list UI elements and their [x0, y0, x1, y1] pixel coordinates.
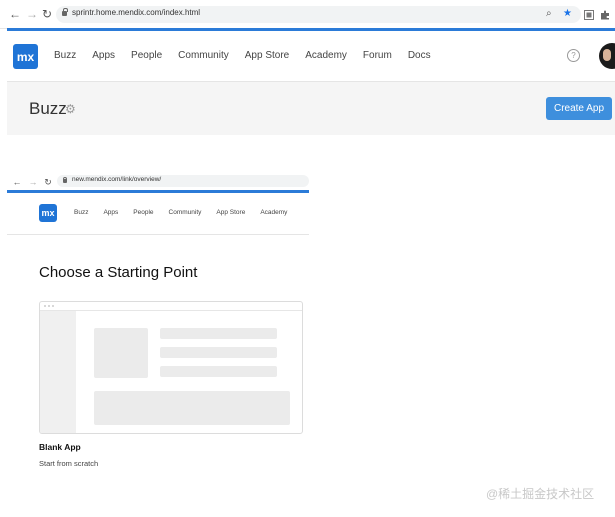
card-title: Blank App — [39, 442, 81, 452]
main-nav: Buzz Apps People Community App Store Aca… — [54, 50, 447, 61]
preview-image-placeholder — [94, 328, 148, 378]
puzzle-icon[interactable] — [600, 10, 610, 20]
app-header: mx Buzz Apps People Community App Store … — [7, 31, 615, 82]
nav-people[interactable]: People — [131, 50, 162, 61]
inner-nav-app-store[interactable]: App Store — [216, 209, 245, 216]
back-icon[interactable]: ← — [8, 7, 22, 21]
window-dot — [44, 305, 46, 307]
nav-app-store[interactable]: App Store — [245, 50, 289, 61]
watermark: @稀土掘金技术社区 — [486, 487, 595, 501]
address-url: sprintr.home.mendix.com/index.html — [72, 8, 201, 17]
gear-icon[interactable]: ⚙ — [65, 102, 76, 116]
blank-app-card[interactable] — [39, 301, 303, 434]
help-icon[interactable]: ? — [567, 49, 580, 62]
lock-icon — [62, 8, 68, 16]
mendix-logo[interactable]: mx — [13, 44, 38, 69]
nav-apps[interactable]: Apps — [92, 50, 115, 61]
preview-block-placeholder — [94, 391, 290, 425]
extension-icon[interactable] — [584, 10, 594, 20]
inner-nav-buzz[interactable]: Buzz — [74, 209, 88, 216]
inner-reload-icon[interactable]: ↻ — [41, 175, 55, 189]
inner-mendix-logo[interactable]: mx — [39, 204, 57, 222]
create-app-button[interactable]: Create App — [546, 97, 612, 120]
inner-nav-apps[interactable]: Apps — [103, 209, 118, 216]
card-subtitle: Start from scratch — [39, 459, 99, 468]
window-dot — [52, 305, 54, 307]
reload-icon[interactable]: ↻ — [40, 7, 54, 21]
zoom-icon[interactable]: ⌕ — [546, 8, 552, 20]
window-dot — [48, 305, 50, 307]
nav-academy[interactable]: Academy — [305, 50, 347, 61]
embedded-screenshot: ← → ↻ new.mendix.com/link/overview/ mx B… — [7, 172, 309, 502]
preview-line-placeholder — [160, 347, 277, 358]
page-title: Buzz — [29, 99, 67, 118]
inner-lock-icon — [63, 177, 67, 183]
browser-toolbar: ← → ↻ sprintr.home.mendix.com/index.html… — [0, 0, 615, 29]
avatar[interactable] — [599, 43, 615, 69]
inner-address-url: new.mendix.com/link/overview/ — [72, 176, 162, 183]
inner-nav-academy[interactable]: Academy — [260, 209, 287, 216]
inner-app-header: mx Buzz Apps People Community App Store … — [7, 193, 309, 235]
nav-forum[interactable]: Forum — [363, 50, 392, 61]
address-bar[interactable]: sprintr.home.mendix.com/index.html ⌕ ★ — [56, 6, 581, 23]
inner-back-icon[interactable]: ← — [10, 175, 24, 189]
preview-line-placeholder — [160, 366, 277, 377]
inner-nav-community[interactable]: Community — [169, 209, 202, 216]
card-window-bar — [40, 302, 302, 311]
inner-main-nav: Buzz Apps People Community App Store Aca… — [74, 209, 302, 216]
nav-community[interactable]: Community — [178, 50, 229, 61]
card-preview-sidebar — [40, 311, 76, 433]
starting-point-heading: Choose a Starting Point — [39, 264, 198, 281]
inner-address-bar[interactable]: new.mendix.com/link/overview/ — [57, 175, 309, 187]
inner-browser-toolbar: ← → ↻ new.mendix.com/link/overview/ — [7, 172, 309, 190]
inner-forward-icon[interactable]: → — [26, 175, 40, 189]
bookmark-star-icon[interactable]: ★ — [563, 8, 572, 20]
inner-nav-people[interactable]: People — [133, 209, 153, 216]
preview-line-placeholder — [160, 328, 277, 339]
nav-buzz[interactable]: Buzz — [54, 50, 76, 61]
page-header-band: Buzz ⚙ Create App — [7, 82, 615, 135]
forward-icon[interactable]: → — [25, 7, 39, 21]
nav-docs[interactable]: Docs — [408, 50, 431, 61]
